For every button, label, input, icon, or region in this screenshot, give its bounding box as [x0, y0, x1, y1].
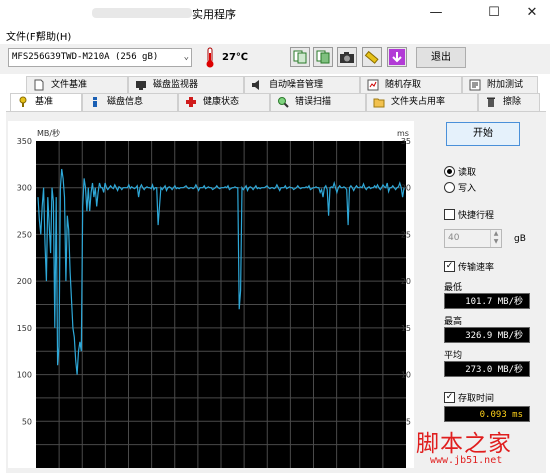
y-tick-left: 300 — [17, 184, 32, 193]
watermark-brand: 脚本之家 — [416, 431, 512, 457]
write-radio[interactable] — [444, 182, 455, 193]
tab-random-access[interactable]: 随机存取 — [360, 76, 462, 93]
tab-label: 磁盘信息 — [107, 97, 144, 107]
tab-health-status[interactable]: 健康状态 — [178, 93, 270, 111]
file-icon — [34, 79, 44, 91]
tab-label: 磁盘监视器 — [153, 80, 199, 90]
y-tick-left: 50 — [22, 417, 32, 426]
min-value: 101.7 MB/秒 — [444, 293, 530, 309]
benchmark-chart-svg: 350 35300 30250 25200 20150 15100 1050 5 MB/秒 m… — [17, 128, 411, 468]
screenshot-camera-icon[interactable] — [337, 47, 357, 67]
short-stroke-value: 40 — [448, 233, 460, 243]
menu-file[interactable]: 文件(F) — [6, 28, 40, 43]
tab-label: 文件夹占用率 — [391, 97, 446, 107]
tab-label: 文件基准 — [51, 80, 88, 90]
thermometer-icon — [206, 47, 214, 68]
y-axis-label-right: ms — [397, 129, 409, 138]
y-tick-right: 20 — [401, 277, 411, 286]
y-tick-left: 200 — [17, 277, 32, 286]
copy-report-icon[interactable] — [313, 47, 333, 67]
y-tick-left: 100 — [17, 371, 32, 380]
options-wrench-icon[interactable] — [362, 47, 382, 67]
benchmark-icon — [19, 96, 27, 107]
drive-select[interactable]: MFS256G39TWD-M210A (256 gB) ⌄ — [8, 48, 192, 67]
transfer-rate-label: 传输速率 — [458, 263, 495, 273]
y-tick-left: 150 — [17, 324, 32, 333]
access-time-value: 0.093 ms — [444, 406, 530, 422]
tab-benchmark[interactable]: 基准 — [10, 93, 82, 111]
max-value: 326.9 MB/秒 — [444, 327, 530, 343]
tab-noise-management[interactable]: 自动噪音管理 — [244, 76, 360, 93]
title-redacted — [92, 8, 192, 18]
benchmark-chart: 350 35 300 30 250 25 200 20 150 15 100 10 50 5 MB/秒 m… — [8, 121, 414, 468]
menu-help[interactable]: 帮助(H) — [36, 28, 71, 43]
folder-icon — [373, 98, 385, 108]
window-title: 实用程序 — [192, 8, 236, 21]
y-tick-right: 10 — [401, 371, 411, 380]
menu-bar: 文件(F) 帮助(H) — [0, 26, 550, 44]
title-bar: 实用程序 — ☐ ✕ — [0, 0, 550, 26]
spinner-arrows-icon[interactable]: ▲ ▼ — [490, 230, 501, 247]
chevron-down-icon: ⌄ — [183, 52, 189, 62]
tab-label: 基准 — [35, 97, 54, 107]
read-radio[interactable] — [444, 166, 455, 177]
y-tick-left: 250 — [17, 230, 32, 239]
y-tick-right: 15 — [401, 324, 411, 333]
y-tick-right: 35 — [401, 137, 411, 146]
save-download-icon[interactable] — [387, 47, 407, 67]
extra-tests-icon — [469, 79, 481, 91]
write-radio-label: 写入 — [458, 184, 477, 194]
max-label: 最高 — [444, 317, 463, 327]
copy-text-icon[interactable] — [290, 47, 310, 67]
random-access-icon — [367, 79, 379, 91]
tab-label: 随机存取 — [385, 80, 422, 90]
tab-label: 自动噪音管理 — [269, 80, 324, 90]
drive-select-value: MFS256G39TWD-M210A (256 gB) — [12, 52, 159, 62]
read-radio-label: 读取 — [458, 168, 477, 178]
short-stroke-spinner[interactable]: 40 ▲ ▼ — [444, 229, 502, 248]
tab-label: 附加测试 — [487, 80, 524, 90]
short-stroke-label: 快捷行程 — [458, 211, 495, 221]
tab-file-benchmark[interactable]: 文件基准 — [26, 76, 128, 93]
tab-extra-tests[interactable]: 附加测试 — [462, 76, 538, 93]
tab-disk-monitor[interactable]: 磁盘监视器 — [128, 76, 244, 93]
transfer-rate-checkbox[interactable]: ✓ — [444, 261, 455, 272]
monitor-icon — [136, 81, 146, 90]
start-button[interactable]: 开始 — [446, 122, 520, 146]
trash-icon — [487, 97, 495, 107]
health-cross-icon — [186, 97, 196, 107]
tab-row-upper: 文件基准 磁盘监视器 自动噪音管理 随机存取 附加测试 — [10, 76, 540, 93]
short-stroke-checkbox[interactable] — [444, 209, 455, 220]
y-tick-right: 5 — [406, 417, 411, 426]
tab-erase[interactable]: 擦除 — [478, 93, 540, 111]
magnifier-icon — [278, 97, 289, 108]
tab-disk-info[interactable]: 磁盘信息 — [82, 93, 178, 111]
access-time-label: 存取时间 — [458, 394, 495, 404]
tab-row-lower: 基准 磁盘信息 健康状态 错误扫描 文件夹占用率 擦除 — [10, 93, 540, 111]
y-axis-label-left: MB/秒 — [37, 128, 60, 138]
short-stroke-unit: gB — [514, 234, 526, 244]
minimize-button[interactable]: — — [420, 2, 452, 24]
temperature-readout: 27℃ — [222, 52, 249, 63]
watermark-url: www.jb51.net — [430, 455, 503, 466]
y-tick-right: 25 — [401, 230, 411, 239]
tab-label: 擦除 — [503, 97, 522, 107]
exit-button[interactable]: 退出 — [416, 47, 466, 68]
info-icon — [93, 97, 97, 107]
toolbar: MFS256G39TWD-M210A (256 gB) ⌄ 27℃ 退出 — [0, 44, 550, 74]
close-button[interactable]: ✕ — [516, 2, 548, 24]
tab-label: 错误扫描 — [295, 97, 332, 107]
tab-folder-usage[interactable]: 文件夹占用率 — [366, 93, 478, 111]
avg-label: 平均 — [444, 351, 463, 361]
avg-value: 273.0 MB/秒 — [444, 361, 530, 377]
tab-error-scan[interactable]: 错误扫描 — [270, 93, 366, 111]
min-label: 最低 — [444, 283, 463, 293]
access-time-checkbox[interactable]: ✓ — [444, 392, 455, 403]
tab-label: 健康状态 — [203, 97, 240, 107]
maximize-button[interactable]: ☐ — [478, 2, 510, 24]
y-tick-left: 350 — [17, 137, 32, 146]
speaker-icon — [252, 80, 259, 90]
